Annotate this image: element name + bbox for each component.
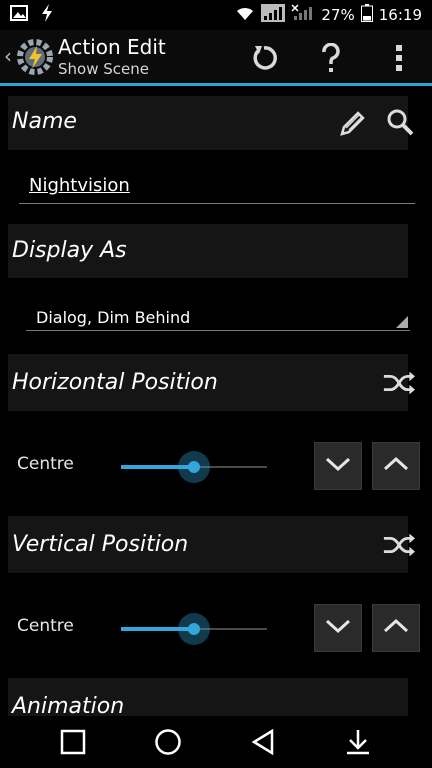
shuffle-icon[interactable]: [382, 366, 416, 400]
animation-label: Animation: [12, 694, 125, 716]
horizontal-slider-thumb[interactable]: [178, 451, 210, 483]
horizontal-position-section-header: Horizontal Position: [8, 354, 416, 411]
horizontal-decrease-button[interactable]: [314, 442, 362, 490]
display-as-section-header: Display As: [8, 224, 408, 278]
reset-icon[interactable]: [246, 40, 282, 76]
display-as-select[interactable]: Dialog, Dim Behind: [26, 303, 410, 331]
back-icon[interactable]: [247, 726, 279, 758]
status-bar: 27% 16:19: [0, 0, 432, 30]
chevron-up-icon: [382, 456, 410, 476]
vertical-position-label: Vertical Position: [12, 532, 189, 557]
recents-icon[interactable]: [57, 726, 89, 758]
action-bar: ‹ Action Edit Show Scene: [0, 30, 432, 86]
tasker-logo-icon[interactable]: [16, 38, 54, 76]
back-chevron-icon[interactable]: ‹: [4, 44, 12, 68]
hide-keyboard-icon[interactable]: [342, 726, 374, 758]
chevron-up-icon: [382, 618, 410, 638]
animation-section-header: Animation: [8, 678, 408, 716]
name-section-header: Name: [8, 96, 414, 150]
display-as-label: Display As: [12, 238, 127, 263]
chevron-down-icon: [324, 456, 352, 476]
flash-notification-icon: [40, 4, 54, 26]
chevron-down-icon: [324, 618, 352, 638]
horizontal-position-value: Centre: [17, 454, 74, 474]
horizontal-position-label: Horizontal Position: [12, 370, 218, 395]
shuffle-icon[interactable]: [382, 528, 416, 562]
home-icon[interactable]: [152, 726, 184, 758]
name-label: Name: [12, 109, 77, 134]
display-as-selected: Dialog, Dim Behind: [36, 308, 191, 327]
image-notification-icon: [10, 5, 28, 25]
horizontal-position-row: Centre: [0, 442, 432, 492]
help-icon[interactable]: [313, 40, 349, 76]
horizontal-increase-button[interactable]: [372, 442, 420, 490]
action-bar-subtitle: Show Scene: [58, 60, 149, 78]
vertical-slider-thumb[interactable]: [178, 613, 210, 645]
action-bar-title: Action Edit: [58, 35, 166, 59]
vertical-increase-button[interactable]: [372, 604, 420, 652]
navigation-bar: [0, 716, 432, 768]
vertical-position-row: Centre: [0, 604, 432, 654]
name-input[interactable]: Nightvision: [19, 171, 415, 204]
pencil-icon[interactable]: [336, 106, 370, 140]
vertical-decrease-button[interactable]: [314, 604, 362, 652]
horizontal-position-slider[interactable]: [121, 451, 267, 483]
name-input-value[interactable]: Nightvision: [29, 175, 130, 196]
search-icon[interactable]: [383, 105, 417, 139]
battery-icon: [360, 4, 373, 26]
battery-percent: 27%: [321, 6, 355, 24]
signal-icon: [261, 4, 286, 26]
vertical-position-slider[interactable]: [121, 613, 267, 645]
dropdown-arrow-icon: [396, 316, 408, 328]
clock: 16:19: [378, 6, 422, 24]
vertical-position-value: Centre: [17, 616, 74, 636]
signal-no-sim-icon: [291, 4, 315, 26]
overflow-menu-icon[interactable]: [381, 40, 417, 76]
wifi-icon: [235, 5, 255, 25]
vertical-position-section-header: Vertical Position: [8, 516, 416, 573]
